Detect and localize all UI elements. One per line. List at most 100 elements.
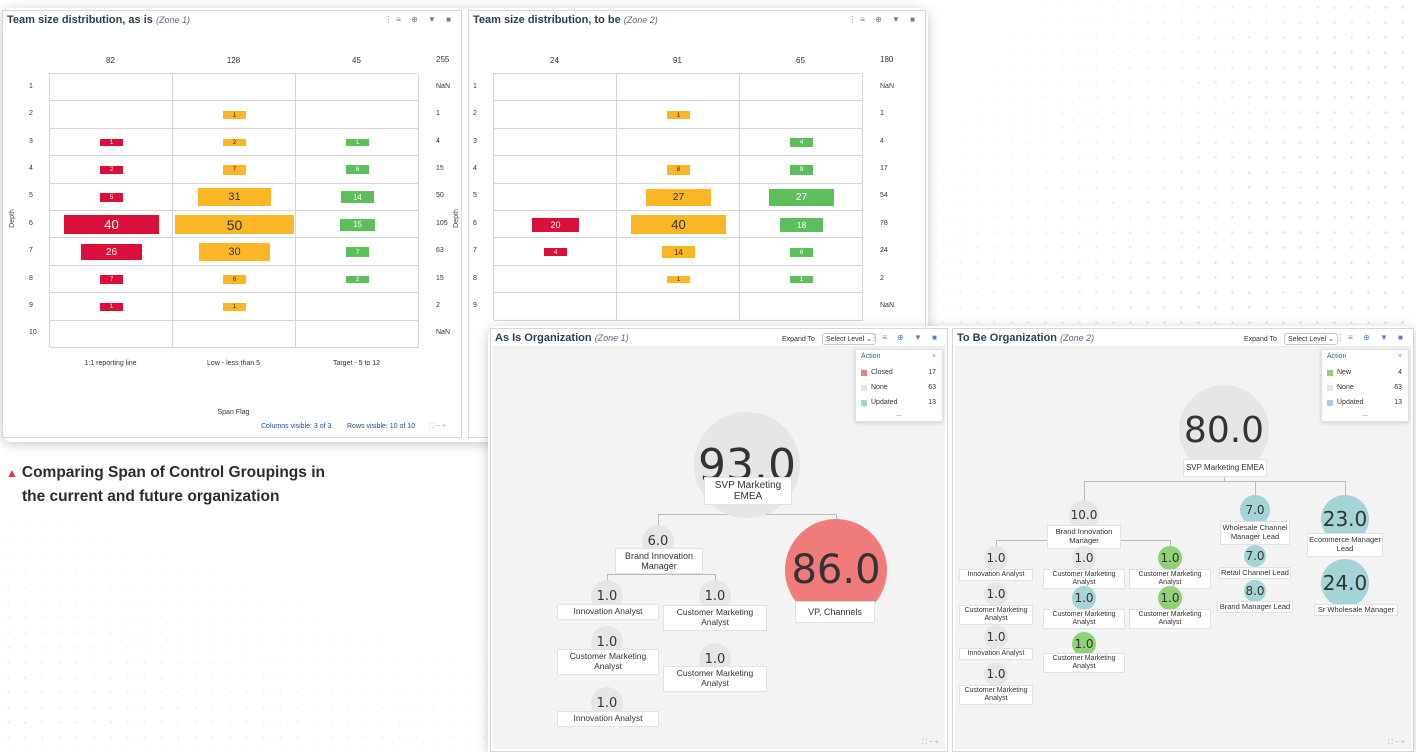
node-value-circle[interactable]: 1.0 <box>1072 586 1096 610</box>
matrix-bar[interactable]: 2 <box>100 166 123 174</box>
matrix-bar[interactable]: 15 <box>339 218 376 231</box>
chart-toolbar[interactable]: ⋮≡ ⊕ ▼ ■ <box>870 333 941 342</box>
node-value-circle[interactable]: 1.0 <box>1158 546 1182 570</box>
matrix-bar[interactable]: 2 <box>346 275 369 284</box>
matrix-bar[interactable]: 1 <box>223 111 246 119</box>
matrix-bar[interactable]: 6 <box>790 247 813 257</box>
node-label[interactable]: Sr Wholesale Manager <box>1314 604 1398 616</box>
chart-toolbar[interactable]: ⋮≡ ⊕ ▼ ■ <box>1336 333 1407 342</box>
node-label[interactable]: Brand Innovation Manager <box>615 548 703 574</box>
node-label[interactable]: Customer Marketing Analyst <box>1043 609 1125 629</box>
legend-more[interactable]: ... <box>1322 411 1408 418</box>
node-value-circle[interactable]: 8.0 <box>1244 580 1266 602</box>
zoom-controls[interactable]: ⛶ − + <box>922 739 939 747</box>
node-label[interactable]: Brand Manager Lead <box>1217 601 1293 613</box>
legend-item[interactable]: Closed 17 <box>861 369 938 379</box>
matrix-bar[interactable]: 50 <box>175 215 294 235</box>
node-value-circle[interactable]: 1.0 <box>984 546 1008 570</box>
org-canvas[interactable]: 80.0 SVP Marketing EMEA 10.0 Brand Innovati… <box>955 347 1411 749</box>
matrix-bar[interactable]: 40 <box>63 215 160 235</box>
node-label[interactable]: Ecommerce Manager Lead <box>1307 533 1383 557</box>
row-total: 17 <box>880 164 888 172</box>
legend-item[interactable]: None 63 <box>861 384 938 394</box>
chart-toolbar[interactable]: ⋮≡ ⊕ ▼ ■ <box>848 15 919 24</box>
legend-item[interactable]: Updated 13 <box>861 399 938 409</box>
node-value-circle[interactable]: 1.0 <box>984 662 1008 686</box>
node-value-circle[interactable]: 24.0 <box>1321 559 1369 607</box>
matrix-bar[interactable]: 30 <box>198 243 271 261</box>
matrix-bar[interactable]: 1 <box>667 111 690 119</box>
matrix-bar[interactable]: 1 <box>100 138 123 147</box>
matrix-bar[interactable]: 2 <box>223 138 246 147</box>
matrix-bar[interactable]: 6 <box>346 165 369 175</box>
matrix-bar[interactable]: 6 <box>223 274 246 285</box>
node-label[interactable]: Customer Marketing Analyst <box>959 685 1033 705</box>
row-total: NaN <box>880 82 895 90</box>
matrix-bar[interactable]: 14 <box>340 191 375 204</box>
node-value-circle[interactable]: 1.0 <box>1158 586 1182 610</box>
node-label[interactable]: Innovation Analyst <box>557 604 659 620</box>
node-label[interactable]: Innovation Analyst <box>959 569 1033 581</box>
legend-item[interactable]: Updated 13 <box>1327 399 1404 409</box>
depth-row-label: 7 <box>473 247 477 255</box>
row-total: 105 <box>436 219 448 227</box>
node-label[interactable]: Customer Marketing Analyst <box>959 605 1033 625</box>
matrix-bar[interactable]: 5 <box>100 192 123 202</box>
legend-item[interactable]: None 63 <box>1327 384 1404 394</box>
org-canvas[interactable]: 93.0 SVP Marketing EMEA 6.0 Brand Innovatio… <box>493 347 945 749</box>
node-label[interactable]: Innovation Analyst <box>959 648 1033 660</box>
matrix-bar[interactable]: 40 <box>630 215 727 235</box>
node-label[interactable]: Customer Marketing Analyst <box>557 649 659 675</box>
node-label[interactable]: SVP Marketing EMEA <box>704 477 792 505</box>
node-label[interactable]: Customer Marketing Analyst <box>1129 609 1211 629</box>
matrix-bar[interactable]: 31 <box>197 188 272 207</box>
matrix-bar[interactable]: 1 <box>667 275 690 284</box>
node-label[interactable]: SVP Marketing EMEA <box>1183 459 1267 477</box>
select-level-dropdown[interactable]: Select Level ⌄ <box>822 333 876 345</box>
matrix-bar[interactable]: 18 <box>780 218 823 232</box>
matrix-bar[interactable]: 26 <box>80 243 143 261</box>
legend-item-name: Updated <box>871 399 898 406</box>
legend-swatch <box>861 370 867 376</box>
matrix-grid: 1 4 8 9 27 27 20 40 18 4 14 6 1 1 <box>493 73 863 321</box>
close-icon[interactable]: × <box>932 353 936 360</box>
matrix-bar[interactable]: 1 <box>790 275 813 284</box>
chart-toolbar[interactable]: ⋮≡ ⊕ ▼ ■ <box>384 15 455 24</box>
node-value-circle[interactable]: 1.0 <box>1072 546 1096 570</box>
select-level-dropdown[interactable]: Select Level ⌄ <box>1284 333 1338 345</box>
matrix-bar[interactable]: 4 <box>544 247 567 257</box>
node-label[interactable]: VP, Channels <box>795 601 875 623</box>
matrix-bar[interactable]: 9 <box>790 164 813 175</box>
node-label[interactable]: Customer Marketing Analyst <box>663 666 767 692</box>
zoom-controls[interactable]: ⛶ − + <box>1388 739 1405 747</box>
node-value-circle[interactable]: 7.0 <box>1244 545 1266 567</box>
legend-item[interactable]: New 4 <box>1327 369 1404 379</box>
matrix-bar[interactable]: 27 <box>646 188 711 206</box>
matrix-bar[interactable]: 27 <box>769 188 834 206</box>
connector-line <box>1345 481 1346 495</box>
matrix-bar[interactable]: 8 <box>667 165 690 175</box>
node-label[interactable]: Wholesale Channel Manager Lead <box>1220 521 1290 545</box>
node-label[interactable]: Customer Marketing Analyst <box>1043 653 1125 673</box>
matrix-bar[interactable]: 14 <box>661 246 696 259</box>
legend-more[interactable]: ... <box>856 411 942 418</box>
node-label[interactable]: Customer Marketing Analyst <box>663 605 767 631</box>
expand-icon[interactable]: ⛶ − + <box>429 423 446 431</box>
node-value-circle[interactable]: 1.0 <box>984 625 1008 649</box>
matrix-bar[interactable]: 7 <box>223 165 246 175</box>
matrix-bar[interactable]: 20 <box>531 217 580 232</box>
depth-row-label: 2 <box>29 110 33 118</box>
matrix-bar[interactable]: 7 <box>346 247 369 257</box>
matrix-bar[interactable]: 4 <box>790 138 813 147</box>
matrix-bar[interactable]: 1 <box>223 303 246 311</box>
matrix-bar[interactable]: 7 <box>100 274 123 285</box>
matrix-bar[interactable]: 1 <box>346 138 369 147</box>
node-value-circle[interactable]: 1.0 <box>984 582 1008 606</box>
node-label[interactable]: Innovation Analyst <box>557 711 659 727</box>
matrix-bar[interactable]: 1 <box>100 303 123 311</box>
node-label[interactable]: Retail Channel Lead <box>1219 567 1291 579</box>
depth-row-label: 9 <box>473 301 477 309</box>
close-icon[interactable]: × <box>1398 353 1402 360</box>
column-total: 82 <box>106 56 115 65</box>
matrix-cell <box>296 74 419 102</box>
